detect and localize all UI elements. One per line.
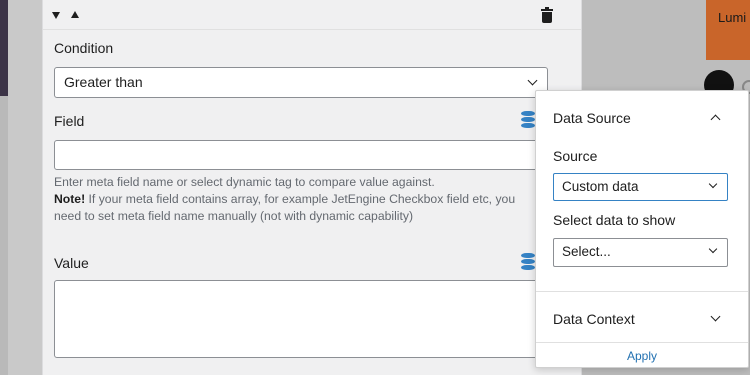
- chevron-down-icon: [708, 244, 718, 254]
- chevron-down-icon: [527, 75, 538, 86]
- field-label: Field: [54, 113, 85, 129]
- background-strip: [0, 96, 8, 375]
- value-textarea[interactable]: [54, 280, 548, 358]
- source-select[interactable]: Custom data: [553, 173, 728, 201]
- help-text: Enter meta field name or select dynamic …: [54, 175, 435, 189]
- select-data-label: Select data to show: [553, 212, 676, 228]
- dynamic-data-popover: Data Source Source Custom data Select da…: [535, 90, 749, 368]
- move-up-icon[interactable]: [71, 11, 79, 18]
- background-card: Lumi: [706, 0, 750, 60]
- chevron-down-icon: [708, 179, 718, 189]
- source-select-value: Custom data: [562, 179, 639, 194]
- condition-select[interactable]: Greater than: [54, 67, 548, 98]
- select-data-value: Select...: [562, 244, 611, 259]
- note-label: Note!: [54, 192, 86, 206]
- trash-icon[interactable]: [541, 7, 553, 23]
- background-card-text: Lumi: [718, 10, 747, 25]
- condition-label: Condition: [54, 40, 114, 56]
- condition-panel: Condition Greater than Field Enter meta …: [42, 0, 582, 375]
- source-label: Source: [553, 148, 598, 164]
- chevron-up-icon[interactable]: [710, 114, 721, 125]
- move-down-icon[interactable]: [52, 12, 60, 19]
- popover-footer-divider: [536, 342, 748, 343]
- condition-select-value: Greater than: [64, 74, 143, 90]
- condition-panel-header: [43, 0, 581, 30]
- select-data-select[interactable]: Select...: [553, 238, 728, 267]
- data-source-title[interactable]: Data Source: [553, 110, 631, 126]
- apply-button[interactable]: Apply: [536, 349, 748, 363]
- field-input[interactable]: [54, 140, 548, 170]
- data-context-title[interactable]: Data Context: [553, 311, 635, 327]
- note-text: If your meta field contains array, for e…: [54, 192, 516, 223]
- value-label: Value: [54, 255, 89, 271]
- field-help-text: Enter meta field name or select dynamic …: [54, 174, 539, 225]
- popover-divider: [536, 291, 748, 292]
- background-dark-strip: [0, 0, 8, 96]
- chevron-down-icon[interactable]: [710, 311, 721, 322]
- dynamic-data-icon[interactable]: [521, 253, 535, 270]
- dynamic-data-icon[interactable]: [521, 111, 535, 128]
